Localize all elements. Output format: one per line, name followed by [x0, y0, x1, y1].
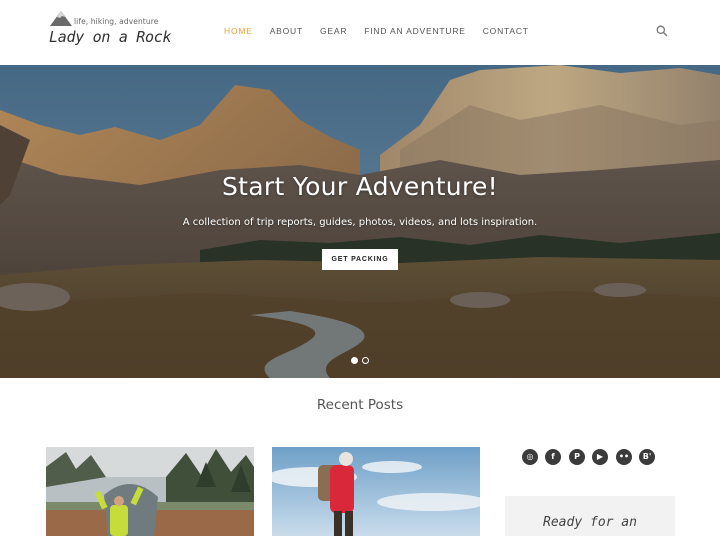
recent-posts-heading: Recent Posts	[316, 397, 404, 413]
site-header: life, hiking, adventure Lady on a Rock H…	[0, 0, 720, 65]
widget-heading: Ready for an	[543, 515, 637, 530]
nav-item-about[interactable]: ABOUT	[270, 26, 303, 36]
slider-dot-2[interactable]	[362, 357, 369, 364]
nav-item-gear[interactable]: GEAR	[320, 26, 347, 36]
bloglovin-icon[interactable]: B'	[639, 449, 655, 465]
site-name: Lady on a Rock	[49, 28, 172, 46]
hero-title: Start Your Adventure!	[222, 172, 498, 201]
search-icon[interactable]	[655, 24, 669, 38]
sidebar-widget: Ready for an	[505, 496, 675, 536]
main-nav: HOME ABOUT GEAR FIND AN ADVENTURE CONTAC…	[224, 26, 546, 36]
post-thumbnail-1[interactable]	[46, 447, 254, 536]
post-thumbnail-2[interactable]	[272, 447, 480, 536]
hero-slider: Start Your Adventure! A collection of tr…	[0, 65, 720, 378]
pinterest-icon[interactable]: P	[569, 449, 585, 465]
nav-item-contact[interactable]: CONTACT	[483, 26, 529, 36]
site-tagline: life, hiking, adventure	[74, 17, 159, 26]
mountain-logo-icon	[50, 11, 72, 26]
flickr-icon[interactable]: ••	[616, 449, 632, 465]
facebook-icon[interactable]: f	[545, 449, 561, 465]
site-logo[interactable]: life, hiking, adventure Lady on a Rock	[48, 8, 178, 50]
nav-item-find-an-adventure[interactable]: FIND AN ADVENTURE	[364, 26, 465, 36]
instagram-icon[interactable]: ◎	[522, 449, 538, 465]
hero-subtitle: A collection of trip reports, guides, ph…	[182, 217, 538, 228]
slider-dot-1[interactable]	[351, 357, 358, 364]
youtube-icon[interactable]: ▶	[592, 449, 608, 465]
get-packing-button[interactable]: GET PACKING	[322, 249, 398, 270]
nav-item-home[interactable]: HOME	[224, 26, 253, 36]
post-1-image	[46, 447, 254, 536]
post-2-image	[272, 447, 480, 536]
